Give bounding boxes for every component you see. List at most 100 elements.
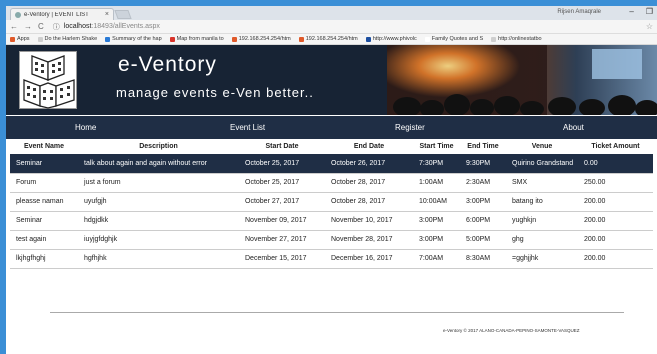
table-cell: 8:30AM xyxy=(460,249,506,269)
restore-icon[interactable]: ❐ xyxy=(646,7,653,16)
table-cell: Quirino Grandstand xyxy=(506,154,578,174)
bookmark-label: http://onlinestatbo xyxy=(498,36,542,42)
table-cell: uyufgjh xyxy=(78,192,239,212)
nav-event-list[interactable]: Event List xyxy=(230,123,265,132)
minimize-icon[interactable]: – xyxy=(629,7,633,16)
table-cell: Seminar xyxy=(10,211,78,231)
footer-divider xyxy=(50,312,624,313)
table-cell: test again xyxy=(10,230,78,250)
nav-register[interactable]: Register xyxy=(395,123,425,132)
nav-home[interactable]: Home xyxy=(75,123,96,132)
bookmark-icon xyxy=(298,36,304,42)
table-cell: October 28, 2017 xyxy=(325,173,413,193)
address-bar-row: ← → C ⓘ localhost:18493/allEvents.aspx ☆ xyxy=(6,20,657,34)
nav-about[interactable]: About xyxy=(563,123,584,132)
column-header[interactable]: End Date xyxy=(325,139,413,154)
table-cell: 3:00PM xyxy=(460,192,506,212)
bookmark-icon xyxy=(10,36,15,42)
profile-name[interactable]: Rijsen Amaqrale xyxy=(557,9,601,15)
bookmark-label: 192.168.254.254/htm xyxy=(305,36,358,42)
browser-window: e-Ventory | EVENT LIST × Rijsen Amaqrale… xyxy=(6,6,657,354)
bookmark-icon xyxy=(105,36,111,42)
table-cell: pleasse naman xyxy=(10,192,78,212)
bookmark-icon xyxy=(424,36,430,42)
table-body: Seminar talk about again and again withou… xyxy=(10,154,653,269)
site-banner: e-Ventory manage events e-Ven better.. xyxy=(6,45,657,115)
table-cell: 3:00PM xyxy=(413,230,460,250)
bookmark-label: http://www.phivolc xyxy=(372,36,417,42)
url-input[interactable]: ⓘ localhost:18493/allEvents.aspx xyxy=(50,21,640,32)
bookmark-item[interactable]: Summary of the hap xyxy=(105,36,162,42)
site-nav: Home Event List Register About xyxy=(6,116,657,139)
bookmark-item[interactable]: 192.168.254.254/htm xyxy=(231,36,291,42)
table-row[interactable]: lkjhgfhghj hgfhjhk December 15, 2017 Decemb… xyxy=(10,249,653,269)
bookmark-icon xyxy=(169,36,175,42)
table-row[interactable]: Seminar talk about again and again withou… xyxy=(10,154,653,174)
reload-icon[interactable]: C xyxy=(38,22,44,31)
bookmark-item[interactable]: Do the Harlem Shake xyxy=(37,36,98,42)
bookmark-item[interactable]: http://onlinestatbo xyxy=(491,36,542,42)
bookmark-item[interactable]: 192.168.254.254/htm xyxy=(298,36,358,42)
table-cell: October 25, 2017 xyxy=(239,154,325,174)
column-header[interactable]: Start Date xyxy=(239,139,325,154)
column-header[interactable]: Venue xyxy=(506,139,578,154)
bookmark-icon xyxy=(365,36,371,42)
table-cell: 250.00 xyxy=(578,173,653,193)
table-cell: 200.00 xyxy=(578,249,653,269)
table-cell: November 10, 2017 xyxy=(325,211,413,231)
url-host: localhost xyxy=(63,23,92,30)
browser-tab[interactable]: e-Ventory | EVENT LIST × xyxy=(10,8,114,20)
bookmark-item[interactable]: Family Quotes and S xyxy=(424,36,484,42)
table-cell: 6:00PM xyxy=(460,211,506,231)
site-tagline: manage events e-Ven better.. xyxy=(116,85,314,100)
table-cell: lkjhgfhghj xyxy=(10,249,78,269)
bookmark-item[interactable]: Apps xyxy=(10,36,30,42)
table-cell: October 28, 2017 xyxy=(325,192,413,212)
table-cell: 0.00 xyxy=(578,154,653,174)
table-cell: Seminar xyxy=(10,154,78,174)
table-cell: =gghjjhk xyxy=(506,249,578,269)
column-header[interactable]: Ticket Amount xyxy=(578,139,653,154)
table-cell: yughkjn xyxy=(506,211,578,231)
close-tab-icon[interactable]: × xyxy=(105,11,109,18)
info-icon[interactable]: ⓘ xyxy=(53,22,60,32)
bookmark-star-icon[interactable]: ☆ xyxy=(646,22,653,31)
bookmark-label: 192.168.254.254/htm xyxy=(238,36,291,42)
table-cell: November 28, 2017 xyxy=(325,230,413,250)
column-header[interactable]: Start Time xyxy=(413,139,460,154)
bookmark-label: Summary of the hap xyxy=(112,36,162,42)
bookmark-item[interactable]: Map from manila to xyxy=(169,36,224,42)
table-cell: November 27, 2017 xyxy=(239,230,325,250)
table-cell: 7:30PM xyxy=(413,154,460,174)
forward-arrow-icon[interactable]: → xyxy=(24,22,32,31)
table-cell: Forum xyxy=(10,173,78,193)
table-cell: 10:00AM xyxy=(413,192,460,212)
table-cell: batang ito xyxy=(506,192,578,212)
column-header[interactable]: Description xyxy=(78,139,239,154)
bookmark-item[interactable]: http://www.phivolc xyxy=(365,36,417,42)
tab-title: e-Ventory | EVENT LIST xyxy=(24,11,89,18)
footer-text: e-Ventory © 2017 ALANO-CANADA-PEPINO-SAM… xyxy=(443,328,580,333)
bookmark-label: Family Quotes and S xyxy=(431,36,484,42)
column-header[interactable]: Event Name xyxy=(10,139,78,154)
table-cell: 5:00PM xyxy=(460,230,506,250)
bookmark-label: Do the Harlem Shake xyxy=(44,36,98,42)
bookmark-icon xyxy=(491,36,497,42)
table-row[interactable]: Forum just a forum October 25, 2017 October… xyxy=(10,173,653,193)
table-cell: 200.00 xyxy=(578,211,653,231)
table-row[interactable]: pleasse naman uyufgjh October 27, 2017 Octo… xyxy=(10,192,653,212)
table-row[interactable]: Seminar hdgjdkk November 09, 2017 November … xyxy=(10,211,653,231)
table-cell: 7:00AM xyxy=(413,249,460,269)
table-row[interactable]: test again iuyjgfdghjk November 27, 2017 No… xyxy=(10,230,653,250)
bookmark-label: Apps xyxy=(17,36,30,42)
table-cell: just a forum xyxy=(78,173,239,193)
bookmark-icon xyxy=(37,36,43,42)
column-header[interactable]: End Time xyxy=(460,139,506,154)
table-cell: 2:30AM xyxy=(460,173,506,193)
back-arrow-icon[interactable]: ← xyxy=(10,22,18,31)
new-tab-button[interactable] xyxy=(114,10,132,19)
table-cell: November 09, 2017 xyxy=(239,211,325,231)
table-cell: 9:30PM xyxy=(460,154,506,174)
concert-crowd-image xyxy=(387,45,657,115)
buildings-logo-icon xyxy=(19,51,77,109)
